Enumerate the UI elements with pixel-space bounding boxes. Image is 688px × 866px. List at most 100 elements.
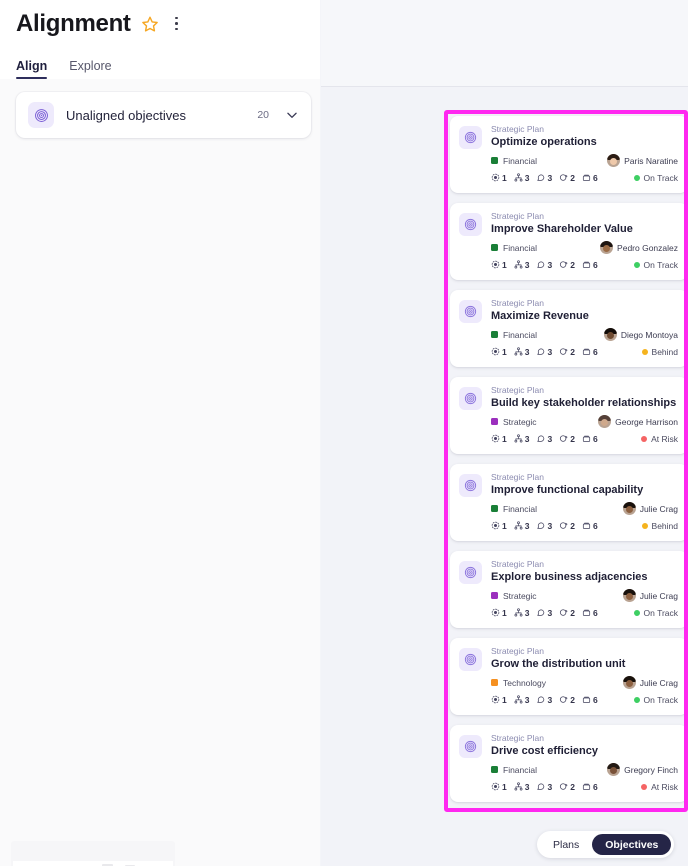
tasks-icon <box>582 609 590 616</box>
objective-card[interactable]: Strategic Plan Grow the distribution uni… <box>450 638 688 715</box>
kebab-menu-icon[interactable] <box>169 15 185 33</box>
metric-value: 3 <box>524 520 530 531</box>
tab-explore[interactable]: Explore <box>69 59 111 79</box>
objectives-icon <box>491 260 500 269</box>
category-tag: Strategic <box>491 417 537 427</box>
left-panel: Alignment Align Explore Unaligned object… <box>0 0 320 866</box>
objective-target-icon <box>459 387 482 410</box>
objective-card[interactable]: Strategic Plan Maximize Revenue Financia… <box>450 290 688 367</box>
metric-value: 6 <box>592 346 598 357</box>
status-label: Behind <box>651 346 678 357</box>
objective-card[interactable]: Strategic Plan Improve Shareholder Value… <box>450 203 688 280</box>
initiatives-icon <box>560 609 568 616</box>
metric-value: 1 <box>502 607 507 618</box>
status-badge: Behind <box>641 521 678 531</box>
metric-value: 1 <box>502 781 507 792</box>
metrics-row: 1 3 3 2 6 <box>491 695 598 705</box>
conversations-icon <box>537 696 545 703</box>
metrics-row: 1 3 3 2 6 <box>491 608 598 618</box>
metric-team: 3 <box>514 172 530 183</box>
category-tag: Financial <box>491 243 537 253</box>
metric-value: 1 <box>502 520 507 531</box>
card-kind: Strategic Plan <box>491 559 544 569</box>
metric-value: 3 <box>524 433 530 444</box>
metric-value: 3 <box>547 607 553 618</box>
objective-card[interactable]: Strategic Plan Explore business adjacenc… <box>450 551 688 628</box>
toggle-objectives[interactable]: Objectives <box>592 834 672 855</box>
owner[interactable]: Gregory Finch <box>607 763 678 776</box>
initiatives-icon <box>560 348 568 355</box>
owner[interactable]: Pedro Gonzalez <box>600 241 678 254</box>
status-label: At Risk <box>651 781 678 792</box>
metric-value: 3 <box>524 172 530 183</box>
conversations-icon <box>537 348 545 355</box>
objective-card[interactable]: Strategic Plan Build key stakeholder rel… <box>450 377 688 454</box>
status-label: On Track <box>643 259 678 270</box>
metric-initiatives: 2 <box>559 173 575 183</box>
metric-initiatives: 2 <box>559 434 575 444</box>
category-swatch <box>491 244 498 251</box>
objective-card[interactable]: Strategic Plan Optimize operations Finan… <box>450 116 688 193</box>
status-dot <box>641 348 648 355</box>
plans-objectives-toggle[interactable]: Plans Objectives <box>537 831 675 858</box>
objective-target-icon <box>459 474 482 497</box>
card-title: Optimize operations <box>491 136 597 148</box>
metric-objectives: 1 <box>491 173 507 183</box>
category-label: Financial <box>503 329 538 340</box>
metric-initiatives: 2 <box>559 347 575 357</box>
category-label: Financial <box>503 764 538 775</box>
canvas-minimap[interactable] <box>11 841 175 866</box>
unaligned-objectives-row[interactable]: Unaligned objectives 20 <box>16 92 311 138</box>
owner[interactable]: Julie Crag <box>622 676 678 689</box>
objective-card[interactable]: Strategic Plan Improve functional capabi… <box>450 464 688 541</box>
chevron-down-icon[interactable] <box>285 108 299 122</box>
metric-conversations: 3 <box>536 173 552 183</box>
card-title: Build key stakeholder relationships <box>491 397 677 409</box>
metric-value: 3 <box>547 520 553 531</box>
card-title: Improve functional capability <box>491 484 644 496</box>
owner[interactable]: Julie Crag <box>622 502 678 515</box>
avatar <box>622 589 636 602</box>
category-swatch <box>491 331 498 338</box>
owner-name: Julie Crag <box>639 677 678 688</box>
status-badge: On Track <box>633 608 678 618</box>
metric-objectives: 1 <box>491 521 507 531</box>
status-badge: On Track <box>633 173 678 183</box>
metric-value: 3 <box>547 259 553 270</box>
objective-card[interactable]: Strategic Plan Drive cost efficiency Fin… <box>450 725 688 802</box>
toggle-plans[interactable]: Plans <box>540 834 592 855</box>
status-dot <box>633 174 640 181</box>
metric-value: 6 <box>592 781 598 792</box>
owner[interactable]: Paris Naratine <box>607 154 678 167</box>
category-swatch <box>491 157 498 164</box>
team-icon <box>514 521 523 530</box>
owner[interactable]: Julie Crag <box>622 589 678 602</box>
unaligned-objectives-label: Unaligned objectives <box>66 107 186 123</box>
objective-target-icon <box>459 300 482 323</box>
metrics-row: 1 3 3 2 6 <box>491 260 598 270</box>
category-label: Financial <box>503 503 538 514</box>
owner[interactable]: Diego Montoya <box>603 328 678 341</box>
app-root: Alignment Align Explore Unaligned object… <box>0 0 688 866</box>
metric-value: 2 <box>570 781 575 792</box>
metric-tasks: 6 <box>582 434 598 444</box>
metric-initiatives: 2 <box>559 260 575 270</box>
unaligned-objectives-count: 20 <box>257 109 269 121</box>
category-label: Technology <box>503 677 547 688</box>
avatar <box>598 415 612 428</box>
conversations-icon <box>537 783 545 790</box>
tab-align[interactable]: Align <box>16 59 48 79</box>
status-badge: Behind <box>641 346 678 357</box>
metric-conversations: 3 <box>536 347 552 357</box>
status-label: On Track <box>643 694 678 705</box>
card-kind: Strategic Plan <box>491 124 544 134</box>
card-title: Improve Shareholder Value <box>491 223 633 235</box>
metric-value: 2 <box>570 346 575 357</box>
card-kind: Strategic Plan <box>491 733 544 743</box>
metric-team: 3 <box>514 347 529 357</box>
metric-team: 3 <box>514 695 529 705</box>
star-icon[interactable] <box>141 15 159 33</box>
owner[interactable]: George Harrison <box>598 415 678 428</box>
tasks-icon <box>582 696 590 703</box>
tasks-icon <box>582 522 590 529</box>
